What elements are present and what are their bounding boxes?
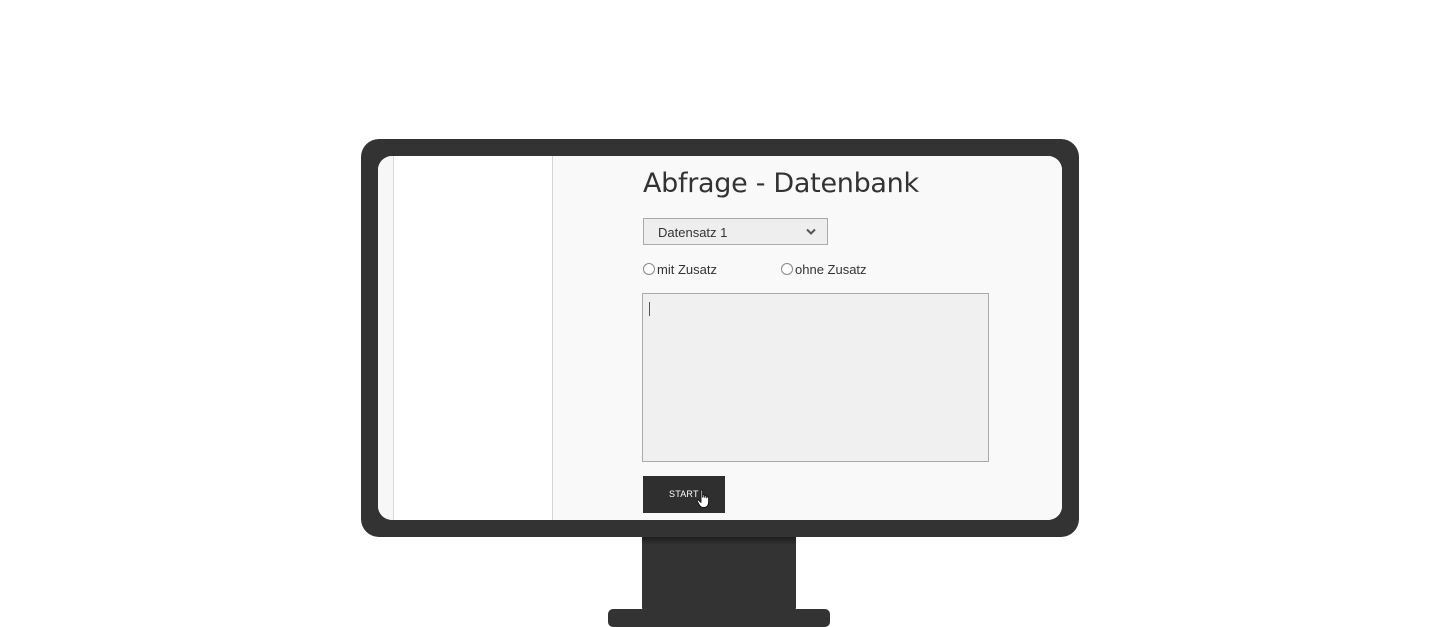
monitor-stand-base	[608, 609, 830, 627]
radio-button-icon[interactable]	[643, 263, 655, 275]
stage: Abfrage - Datenbank Datensatz 1 mit Zusa…	[0, 0, 1440, 627]
start-button-label: START	[669, 489, 699, 499]
monitor-frame: Abfrage - Datenbank Datensatz 1 mit Zusa…	[361, 139, 1079, 537]
query-textarea[interactable]	[642, 293, 989, 462]
hand-pointer-icon	[696, 489, 710, 508]
radio-button-icon[interactable]	[781, 263, 793, 275]
dataset-select-value: Datensatz 1	[658, 225, 728, 240]
text-caret	[649, 302, 650, 316]
chevron-down-icon	[806, 228, 816, 235]
radio-label: ohne Zusatz	[795, 261, 867, 277]
page-title: Abfrage - Datenbank	[643, 168, 919, 199]
monitor-stand-shadow	[642, 537, 796, 545]
start-button[interactable]: START	[643, 476, 725, 513]
dataset-select[interactable]: Datensatz 1	[643, 218, 828, 245]
radio-label: mit Zusatz	[657, 261, 717, 277]
left-edge-strip	[378, 156, 394, 520]
main-content: Abfrage - Datenbank Datensatz 1 mit Zusa…	[553, 156, 1062, 520]
radio-option-ohne-zusatz[interactable]: ohne Zusatz	[781, 261, 867, 277]
monitor-stand-neck	[642, 537, 796, 613]
radio-option-mit-zusatz[interactable]: mit Zusatz	[643, 261, 717, 277]
monitor-screen: Abfrage - Datenbank Datensatz 1 mit Zusa…	[378, 156, 1062, 520]
sidebar-panel	[394, 156, 553, 520]
